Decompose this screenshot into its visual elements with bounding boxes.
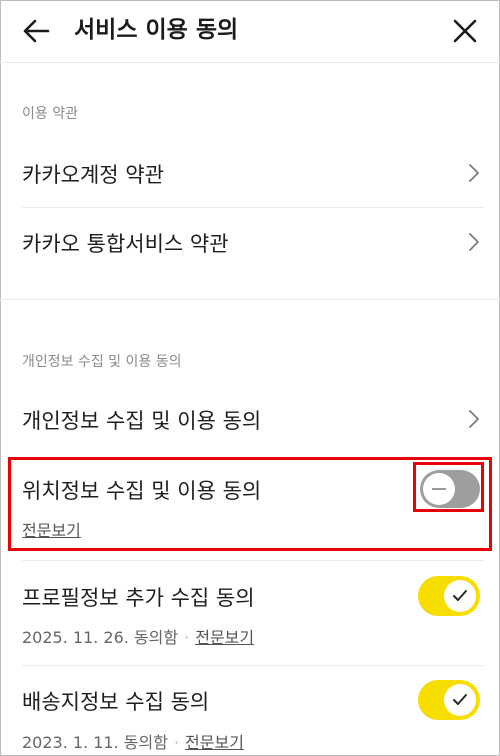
section-label-terms: 이용 약관 bbox=[22, 106, 78, 122]
toggle-knob bbox=[423, 473, 455, 505]
item-meta: 2025. 11. 26. 동의함 · 전문보기 bbox=[22, 624, 254, 648]
privacy-item-label: 배송지정보 수집 동의 bbox=[22, 690, 210, 714]
check-icon bbox=[453, 590, 467, 601]
toggle-knob bbox=[444, 684, 476, 716]
privacy-item-label: 위치정보 수집 및 이용 동의 bbox=[22, 479, 262, 503]
header: 서비스 이용 동의 bbox=[0, 0, 500, 62]
item-meta: 2023. 1. 11. 동의함 · 전문보기 bbox=[22, 729, 244, 753]
minus-icon bbox=[432, 488, 446, 490]
location-consent-toggle[interactable] bbox=[420, 470, 480, 508]
consent-date: 2025. 11. 26. 동의함 bbox=[22, 628, 179, 647]
terms-item-label: 카카오 통합서비스 약관 bbox=[22, 232, 229, 256]
section-label-privacy: 개인정보 수집 및 이용 동의 bbox=[22, 354, 182, 370]
shipping-consent-toggle[interactable] bbox=[418, 680, 480, 720]
close-icon[interactable] bbox=[451, 18, 479, 44]
view-full-text-link[interactable]: 전문보기 bbox=[195, 628, 254, 647]
chevron-right-icon bbox=[468, 409, 480, 429]
terms-item-label: 카카오계정 약관 bbox=[22, 163, 164, 187]
toggle-knob bbox=[444, 580, 476, 612]
profile-consent-toggle[interactable] bbox=[418, 576, 480, 616]
consent-date: 2023. 1. 11. 동의함 bbox=[22, 733, 168, 752]
divider bbox=[22, 665, 484, 666]
back-arrow-icon[interactable] bbox=[22, 18, 50, 44]
check-icon bbox=[453, 694, 467, 705]
header-divider bbox=[0, 62, 500, 63]
separator-dot: · bbox=[184, 628, 190, 647]
section-divider bbox=[0, 299, 500, 300]
privacy-item-label: 개인정보 수집 및 이용 동의 bbox=[22, 409, 262, 433]
chevron-right-icon bbox=[468, 232, 480, 252]
view-full-text-link[interactable]: 전문보기 bbox=[22, 521, 81, 540]
divider bbox=[22, 560, 484, 561]
divider bbox=[22, 207, 484, 208]
item-meta: 전문보기 bbox=[22, 517, 81, 541]
privacy-item-label: 프로필정보 추가 수집 동의 bbox=[22, 586, 255, 610]
separator-dot: · bbox=[173, 733, 180, 752]
page-title: 서비스 이용 동의 bbox=[74, 17, 239, 43]
view-full-text-link[interactable]: 전문보기 bbox=[185, 733, 244, 752]
chevron-right-icon bbox=[468, 163, 480, 183]
